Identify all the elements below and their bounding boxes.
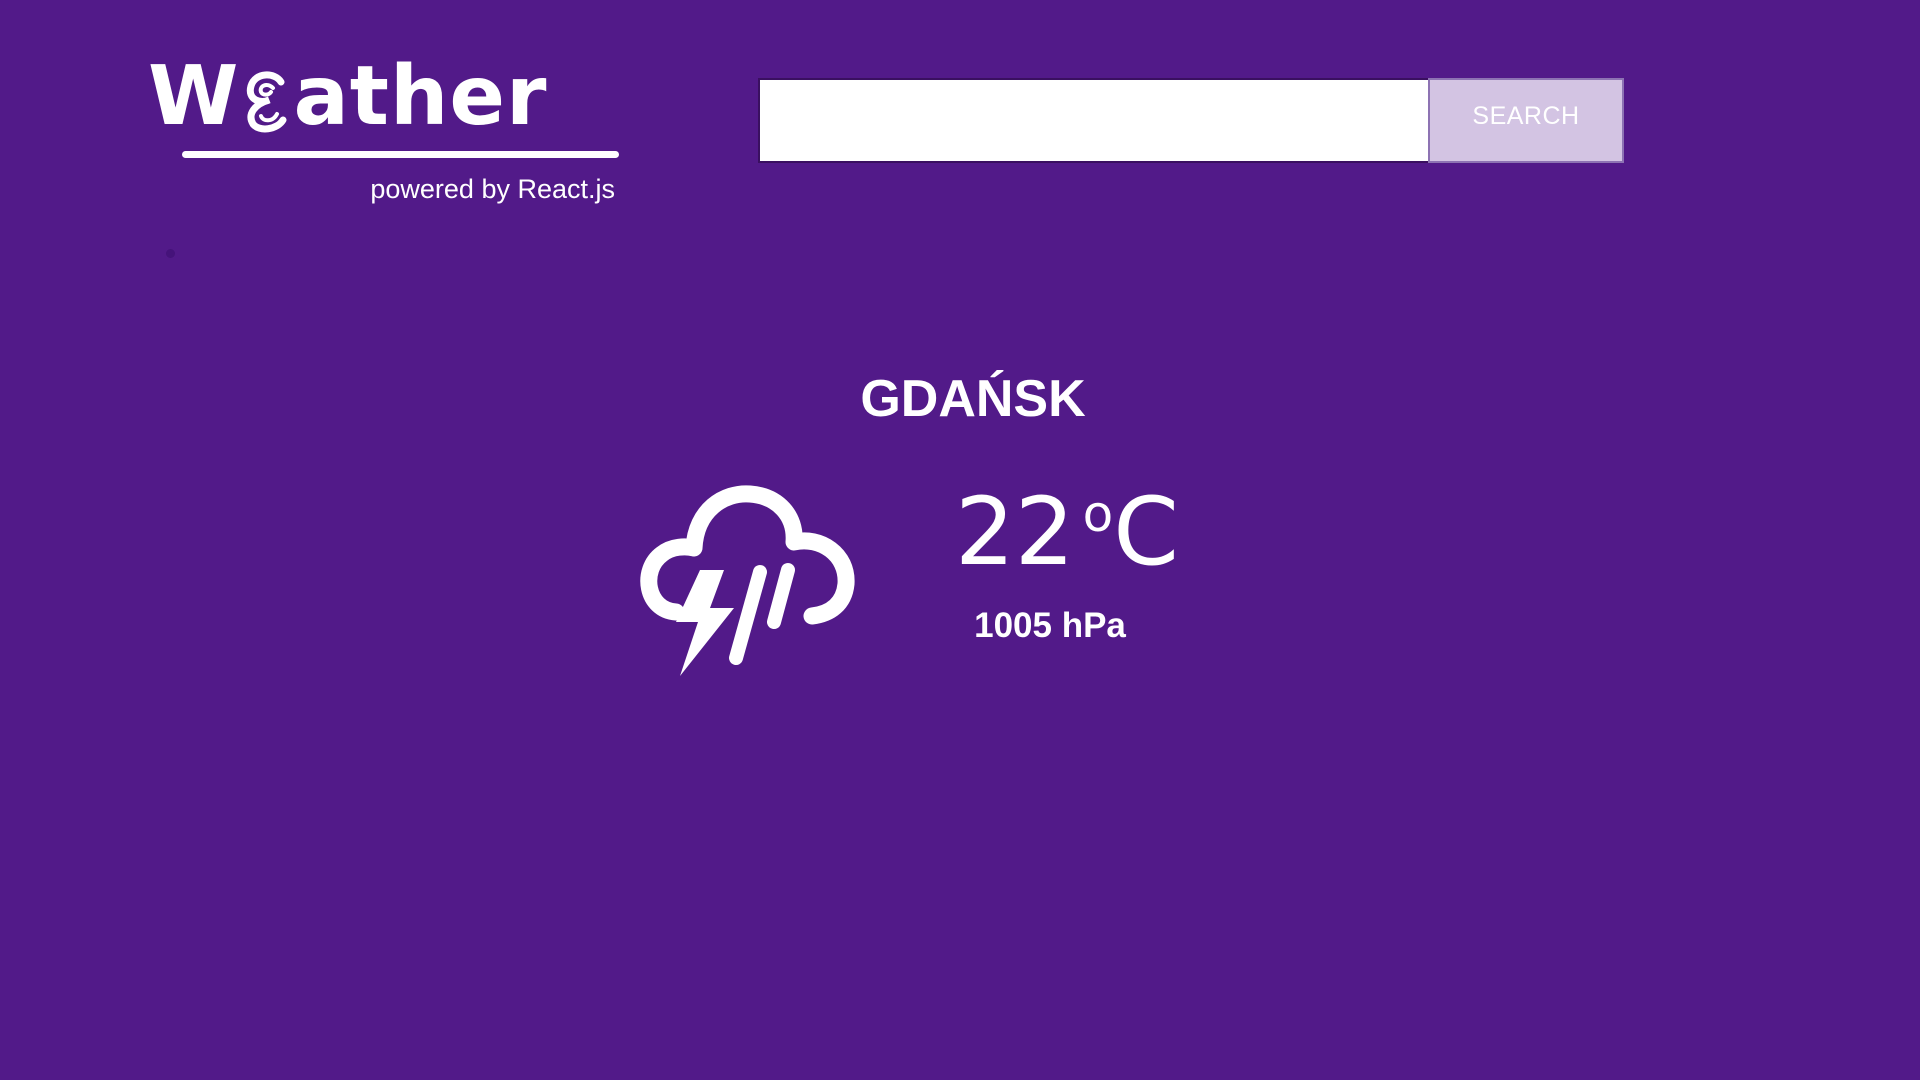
- search-bar: SEARCH: [758, 78, 1624, 163]
- tagline: powered by React.js: [370, 174, 615, 204]
- logo-underline: [182, 151, 619, 158]
- logo-area: W ather powered by React.js: [148, 52, 623, 212]
- pressure-reading: 1005 hPa: [974, 606, 1126, 645]
- search-input[interactable]: [758, 78, 1428, 163]
- temperature: 22 o C: [955, 478, 1179, 588]
- decorative-dot: [166, 249, 175, 258]
- logo-prefix: W: [148, 49, 240, 144]
- celsius-symbol: C: [1113, 478, 1179, 587]
- temperature-unit: o C: [1083, 478, 1179, 588]
- temperature-value: 22: [955, 478, 1075, 587]
- app-logo: W ather: [148, 52, 547, 142]
- city-name: GDAŃSK: [860, 370, 1086, 428]
- thunderstorm-rain-icon: [640, 485, 855, 676]
- logo-suffix: ather: [293, 49, 548, 144]
- search-button[interactable]: SEARCH: [1428, 78, 1624, 163]
- swirl-e-icon: [247, 71, 287, 133]
- degree-symbol: o: [1082, 485, 1114, 543]
